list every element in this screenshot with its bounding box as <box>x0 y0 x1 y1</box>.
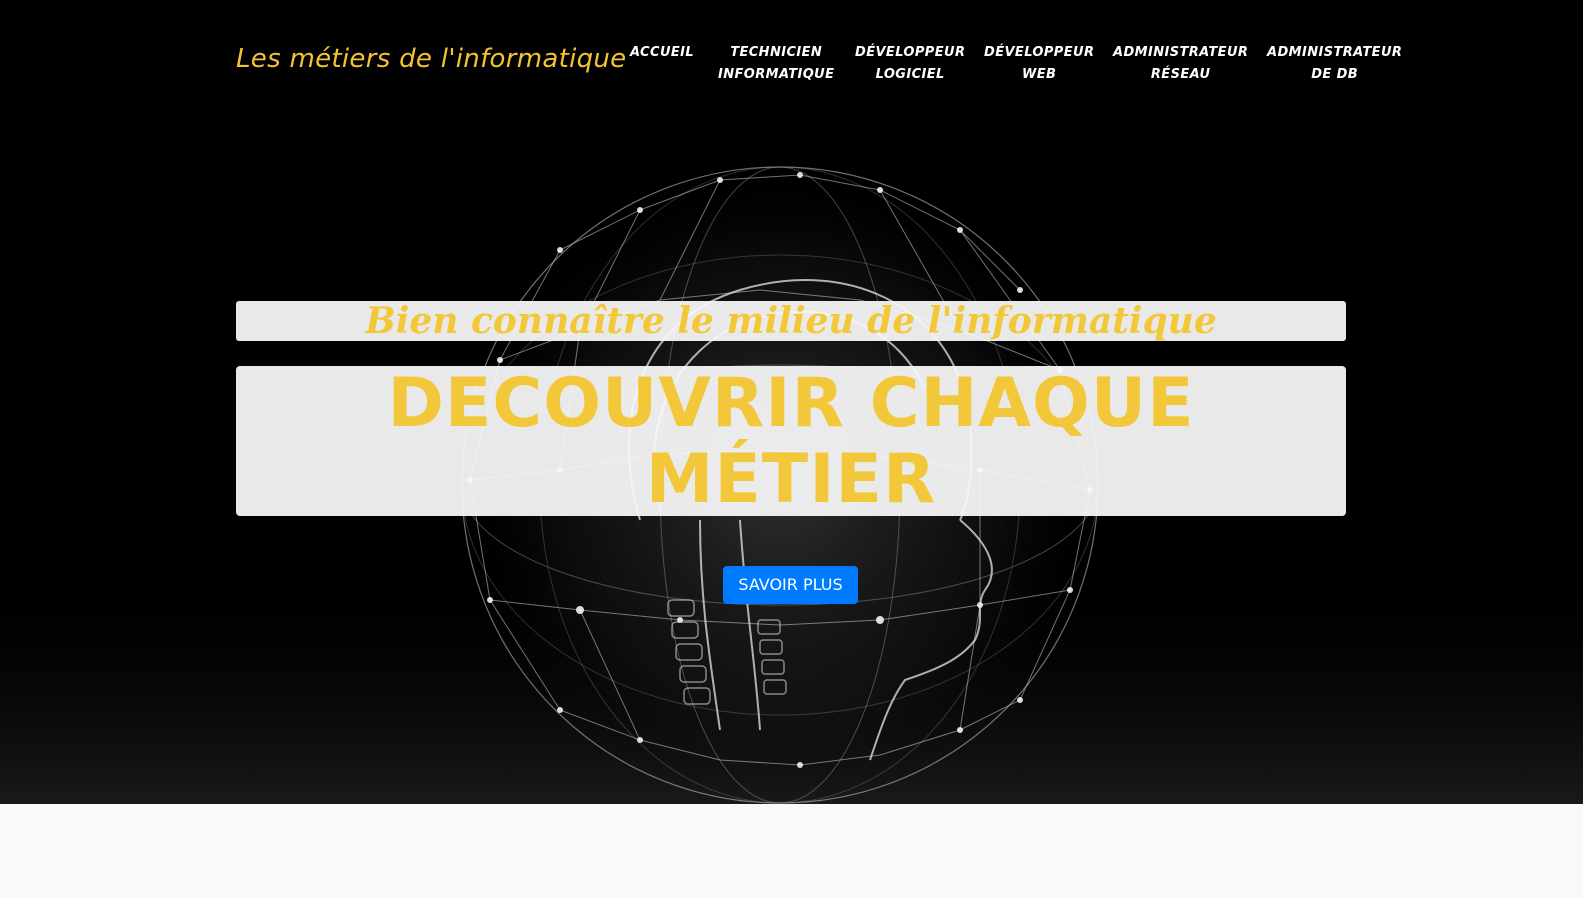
hero-subtitle: Bien connaître le milieu de l'informatiq… <box>365 300 1217 342</box>
nav-item-label: LOGICIEL <box>875 67 945 82</box>
page-content-area <box>0 804 1583 898</box>
hero-title-line: DECOUVRIR CHAQUE <box>387 364 1195 443</box>
hero-title: DECOUVRIR CHAQUE MÉTIER <box>236 366 1346 518</box>
nav-item-accueil[interactable]: ACCUEIL <box>630 42 694 64</box>
savoir-plus-button[interactable]: SAVOIR PLUS <box>723 566 858 604</box>
nav-item-label: ADMINISTRATEUR <box>1267 45 1403 60</box>
nav-item-label: DÉVELOPPEUR <box>984 45 1095 60</box>
nav-item-label: TECHNICIEN <box>730 45 823 60</box>
nav-item-label: ACCUEIL <box>630 45 695 60</box>
nav-item-developpeur-web[interactable]: DÉVELOPPEUR WEB <box>984 42 1094 86</box>
hero-title-box: DECOUVRIR CHAQUE MÉTIER <box>236 366 1346 518</box>
nav-item-administrateur-reseau[interactable]: ADMINISTRATEUR RÉSEAU <box>1113 42 1248 86</box>
site-brand-link[interactable]: Les métiers de l'informatique <box>236 44 626 74</box>
hero-section: Les métiers de l'informatique ACCUEIL TE… <box>0 0 1583 804</box>
nav-item-label: WEB <box>1022 67 1057 82</box>
hero-title-line: MÉTIER <box>645 440 937 519</box>
nav-item-label: DÉVELOPPEUR <box>855 45 966 60</box>
nav-item-administrateur-db[interactable]: ADMINISTRATEUR DE DB <box>1267 42 1402 86</box>
nav-item-label: RÉSEAU <box>1150 67 1211 82</box>
top-navbar: Les métiers de l'informatique ACCUEIL TE… <box>0 0 1583 120</box>
nav-item-developpeur-logiciel[interactable]: DÉVELOPPEUR LOGICIEL <box>855 42 965 86</box>
nav-item-label: ADMINISTRATEUR <box>1113 45 1249 60</box>
hero-subtitle-box: Bien connaître le milieu de l'informatiq… <box>236 301 1346 341</box>
nav-item-technicien-informatique[interactable]: TECHNICIEN INFORMATIQUE <box>718 42 834 86</box>
nav-item-label: DE DB <box>1311 67 1359 82</box>
nav-item-label: INFORMATIQUE <box>718 67 835 82</box>
